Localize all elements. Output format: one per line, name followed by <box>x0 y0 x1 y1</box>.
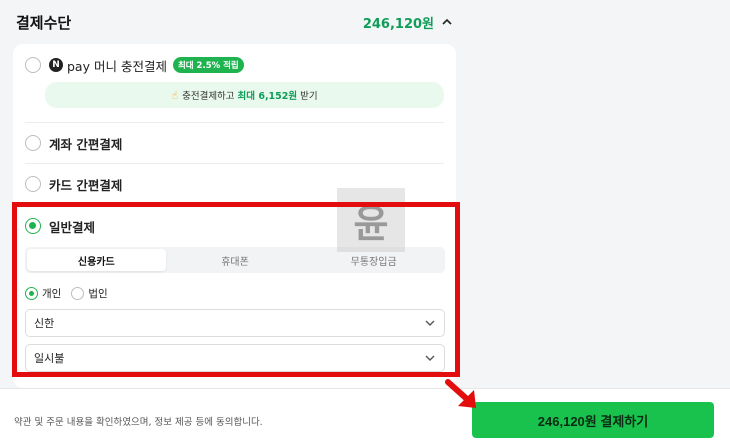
arrow-annotation-icon <box>445 379 476 408</box>
payment-method-header[interactable]: 결제수단 246,120원 <box>0 0 470 44</box>
npay-promo-banner[interactable]: ☝ 충전결제하고 최대 6,152원 받기 <box>45 82 444 108</box>
divider <box>25 122 444 123</box>
npay-benefit-badge: 최대 2.5% 적립 <box>172 57 244 73</box>
npay-logo-icon: N <box>49 58 63 72</box>
card-owner-options: 개인 법인 <box>25 286 118 301</box>
promo-suffix: 받기 <box>300 91 318 102</box>
checkout-footer: 약관 및 주문 내용을 확인하였으며, 정보 제공 등에 동의합니다. 246,… <box>0 388 730 448</box>
installment-value: 일시불 <box>34 352 65 365</box>
method-account[interactable]: 계좌 간편결제 <box>13 132 456 154</box>
tab-mobile[interactable]: 휴대폰 <box>166 249 305 271</box>
card-company-select[interactable]: 신한 <box>25 309 445 337</box>
tab-bank-transfer[interactable]: 무통장입금 <box>304 249 443 271</box>
tab-credit-card[interactable]: 신용카드 <box>27 249 166 271</box>
radio-account[interactable] <box>25 135 41 151</box>
npay-label: pay 머니 충전결제 <box>67 58 167 74</box>
radio-card[interactable] <box>25 176 41 192</box>
pay-button[interactable]: 246,120원 결제하기 <box>472 402 714 438</box>
watermark-logo: 윤 <box>337 188 405 252</box>
radio-personal[interactable] <box>25 287 38 300</box>
pointing-hand-icon: ☝ <box>171 88 179 102</box>
card-company-value: 신한 <box>34 317 55 330</box>
section-title: 결제수단 <box>16 13 72 32</box>
promo-prefix: 충전결제하고 <box>182 91 235 102</box>
radio-general[interactable] <box>25 218 41 234</box>
account-label: 계좌 간편결제 <box>49 136 123 152</box>
chevron-down-icon <box>425 355 435 361</box>
agreement-text: 약관 및 주문 내용을 확인하였으며, 정보 제공 등에 동의합니다. <box>14 417 263 428</box>
method-npay[interactable]: N pay 머니 충전결제 최대 2.5% 적립 <box>13 54 456 76</box>
chevron-up-icon[interactable] <box>440 15 454 29</box>
personal-label: 개인 <box>42 288 62 300</box>
radio-npay[interactable] <box>25 57 41 73</box>
general-label: 일반결제 <box>49 219 96 235</box>
corporate-label: 법인 <box>88 288 108 300</box>
card-label: 카드 간편결제 <box>49 177 123 193</box>
total-amount: 246,120원 <box>362 16 434 32</box>
promo-highlight: 최대 6,152원 <box>237 91 298 102</box>
installment-select[interactable]: 일시불 <box>25 344 445 372</box>
divider <box>25 163 444 164</box>
header-summary: 246,120원 <box>363 13 454 32</box>
radio-corporate[interactable] <box>71 287 85 300</box>
chevron-down-icon <box>425 320 435 326</box>
